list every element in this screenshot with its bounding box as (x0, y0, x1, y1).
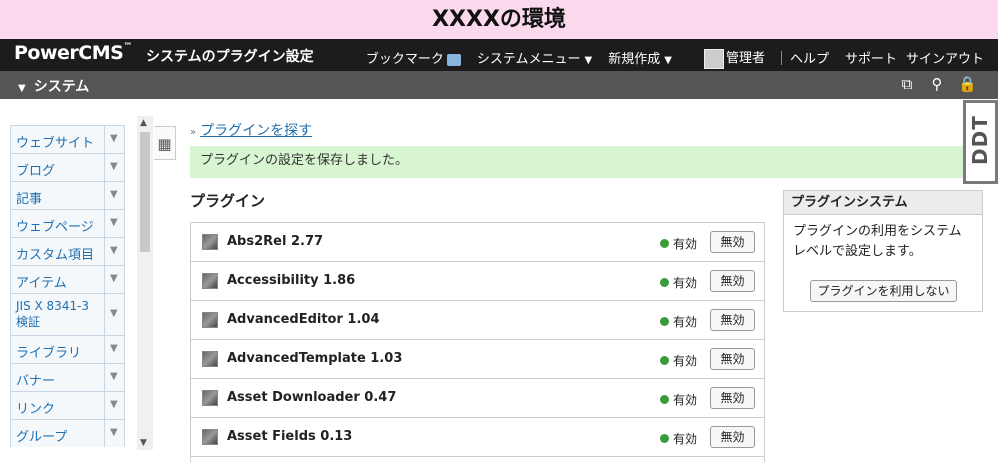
plugin-name[interactable]: Accessibility 1.86 (227, 273, 355, 288)
chevron-down-icon[interactable] (104, 126, 124, 153)
disable-button[interactable]: 無効 (710, 426, 755, 448)
plugin-row: Asset Downloader 0.47 有効 無効 (191, 379, 764, 418)
search-icon[interactable]: ⚲ (928, 75, 946, 93)
sidebar-item-jis-check[interactable]: JIS X 8341-3 検証 (10, 293, 125, 335)
plugin-name[interactable]: Abs2Rel 2.77 (227, 234, 323, 249)
sidebar-item-entries[interactable]: 記事 (10, 181, 125, 209)
chevron-down-icon: ▼ (584, 55, 593, 67)
check-icon (660, 278, 669, 287)
scroll-up-icon[interactable]: ▲ (140, 118, 147, 128)
powercms-logo[interactable]: PowerCMS™ (14, 42, 132, 64)
plugin-row: Accessibility 1.86 有効 無効 (191, 262, 764, 301)
plugin-icon (202, 390, 218, 406)
check-icon (660, 434, 669, 443)
page-title: システムのプラグイン設定 (146, 49, 314, 65)
plugin-system-panel: プラグインシステム プラグインの利用をシステムレベルで設定します。 プラグインを… (783, 190, 983, 312)
chevron-down-icon[interactable] (104, 154, 124, 181)
chevron-down-icon: ▼ (18, 83, 26, 94)
plugin-row: AdvancedTemplate 1.03 有効 無効 (191, 340, 764, 379)
sidebar-item-custom-fields[interactable]: カスタム項目 (10, 237, 125, 265)
sidebar-item-group[interactable]: グループ (10, 419, 125, 447)
plugin-list: Abs2Rel 2.77 有効 無効 Accessibility 1.86 有効 無効 … (190, 222, 765, 462)
plugin-row: Abs2Rel 2.77 有効 無効 (191, 223, 764, 262)
status-badge: 有効 (660, 274, 697, 291)
chevron-down-icon[interactable] (104, 238, 124, 265)
disable-button[interactable]: 無効 (710, 348, 755, 370)
lock-icon[interactable]: 🔒 (958, 75, 977, 93)
plugin-icon (202, 273, 218, 289)
chevron-down-icon[interactable] (104, 294, 124, 335)
section-title: プラグイン (190, 192, 266, 210)
bookmark-menu[interactable]: ブックマーク (366, 48, 461, 67)
disable-button[interactable]: 無効 (710, 387, 755, 409)
sidebar-scrollbar[interactable]: ▲ ▼ (137, 116, 153, 450)
chevron-down-icon[interactable] (104, 210, 124, 237)
status-badge: 有効 (660, 391, 697, 408)
help-link[interactable]: ヘルプ (790, 48, 829, 67)
success-message: プラグインの設定を保存しました。 (190, 146, 968, 178)
double-arrow-icon: » (190, 127, 197, 138)
plugin-name[interactable]: AdvancedEditor 1.04 (227, 312, 380, 327)
chevron-down-icon: ▼ (664, 55, 672, 67)
sidebar-toggle-icon[interactable]: ▦ (154, 126, 176, 160)
ddt-toolbar-toggle[interactable]: DDT (963, 100, 998, 184)
system-scope-bar: ▼ システム ⧉ ⚲ 🔒 (0, 71, 998, 99)
sidebar-item-banner[interactable]: バナー (10, 363, 125, 391)
sidebar-item-webpages[interactable]: ウェブページ (10, 209, 125, 237)
plugin-name[interactable]: Asset Fields 0.13 (227, 429, 352, 444)
sidebar-item-website[interactable]: ウェブサイト (10, 125, 125, 153)
check-icon (660, 239, 669, 248)
system-menu[interactable]: システムメニュー ▼ (477, 48, 592, 67)
scope-selector[interactable]: ▼ システム (18, 76, 89, 96)
divider (780, 50, 782, 65)
plugin-icon (202, 351, 218, 367)
check-icon (660, 356, 669, 365)
new-create-menu[interactable]: 新規作成 ▼ (608, 48, 672, 67)
top-navigation-bar: PowerCMS™ システムのプラグイン設定 ブックマーク システムメニュー ▼ … (0, 39, 998, 71)
chevron-down-icon[interactable] (104, 364, 124, 391)
chevron-down-icon[interactable] (104, 182, 124, 209)
disable-button[interactable]: 無効 (710, 231, 755, 253)
check-icon (660, 395, 669, 404)
sidebar-item-assets[interactable]: アイテム (10, 265, 125, 293)
support-link[interactable]: サポート (845, 48, 897, 67)
sidebar-menu: ウェブサイト ブログ 記事 ウェブページ カスタム項目 アイテム JIS X 8… (10, 125, 125, 450)
status-badge: 有効 (660, 352, 697, 369)
plugin-name[interactable]: Asset Downloader 0.47 (227, 390, 396, 405)
plugin-row: Asset Fields 0.13 有効 無効 (191, 418, 764, 457)
signout-link[interactable]: サインアウト (906, 48, 984, 67)
panel-title: プラグインシステム (784, 191, 982, 215)
status-badge: 有効 (660, 313, 697, 330)
chevron-down-icon[interactable] (104, 266, 124, 293)
environment-banner: XXXXの環境 (0, 0, 998, 39)
scroll-down-icon[interactable]: ▼ (140, 438, 147, 448)
panel-description: プラグインの利用をシステムレベルで設定します。 (793, 224, 962, 259)
chevron-down-icon[interactable] (104, 420, 124, 447)
find-plugins-link[interactable]: » プラグインを探す (190, 120, 312, 140)
external-link-icon[interactable]: ⧉ (898, 75, 916, 93)
check-icon (660, 317, 669, 326)
plugin-name[interactable]: AdvancedTemplate 1.03 (227, 351, 402, 366)
disable-plugins-button[interactable]: プラグインを利用しない (810, 280, 957, 302)
ddt-label: DDT (968, 115, 992, 165)
sidebar-item-link[interactable]: リンク (10, 391, 125, 419)
plugin-icon (202, 429, 218, 445)
avatar (703, 48, 724, 69)
chevron-down-icon[interactable] (104, 336, 124, 363)
scrollbar-thumb[interactable] (140, 132, 150, 252)
status-badge: 有効 (660, 235, 697, 252)
sidebar-item-library[interactable]: ライブラリ (10, 335, 125, 363)
bookmark-add-icon (446, 53, 461, 66)
plugin-row: AdvancedEditor 1.04 有効 無効 (191, 301, 764, 340)
disable-button[interactable]: 無効 (710, 309, 755, 331)
sidebar-item-blog[interactable]: ブログ (10, 153, 125, 181)
disable-button[interactable]: 無効 (710, 270, 755, 292)
status-badge: 有効 (660, 430, 697, 447)
chevron-down-icon[interactable] (104, 392, 124, 419)
user-menu[interactable]: 管理者 (688, 47, 765, 69)
plugin-icon (202, 234, 218, 250)
plugin-icon (202, 312, 218, 328)
